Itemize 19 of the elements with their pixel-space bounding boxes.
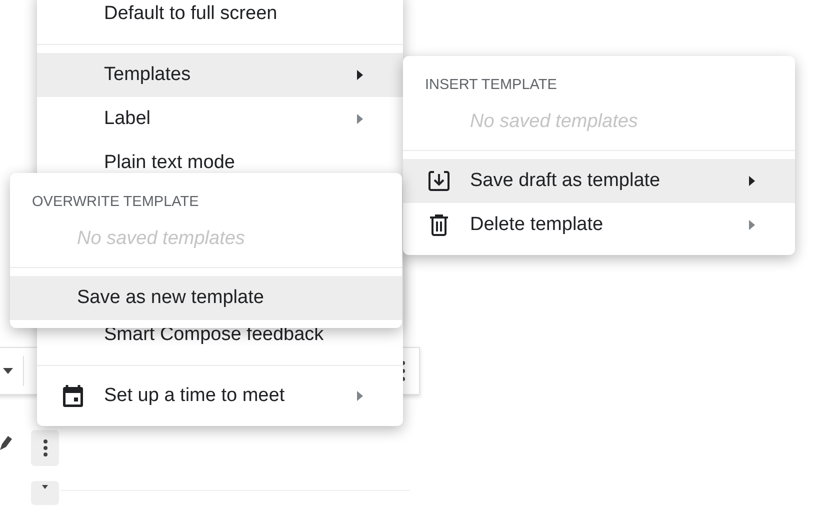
menu-item[interactable]: Set up a time to meet bbox=[37, 374, 403, 418]
menu-item[interactable]: Templates bbox=[37, 53, 403, 97]
menu-heading: INSERT TEMPLATE bbox=[425, 76, 557, 96]
menu-item[interactable]: Save as new template bbox=[10, 276, 402, 320]
caret-icon[interactable] bbox=[3, 368, 13, 374]
menu-heading: OVERWRITE TEMPLATE bbox=[32, 193, 199, 212]
menu-item[interactable]: Default to full screen bbox=[37, 0, 403, 36]
caret-icon bbox=[42, 485, 48, 489]
more-options-button[interactable] bbox=[31, 430, 59, 466]
calendar-icon bbox=[62, 384, 84, 408]
download-box-icon bbox=[428, 170, 450, 192]
more-icon bbox=[42, 439, 48, 457]
empty-message: No saved templates bbox=[470, 110, 638, 134]
menu-item[interactable]: Label bbox=[37, 97, 403, 141]
menu-item[interactable]: Delete template bbox=[403, 203, 795, 247]
trash-icon bbox=[428, 214, 448, 236]
pen-icon[interactable] bbox=[0, 436, 12, 450]
menu-item[interactable]: Save draft as template bbox=[403, 159, 795, 203]
empty-message: No saved templates bbox=[77, 226, 245, 251]
